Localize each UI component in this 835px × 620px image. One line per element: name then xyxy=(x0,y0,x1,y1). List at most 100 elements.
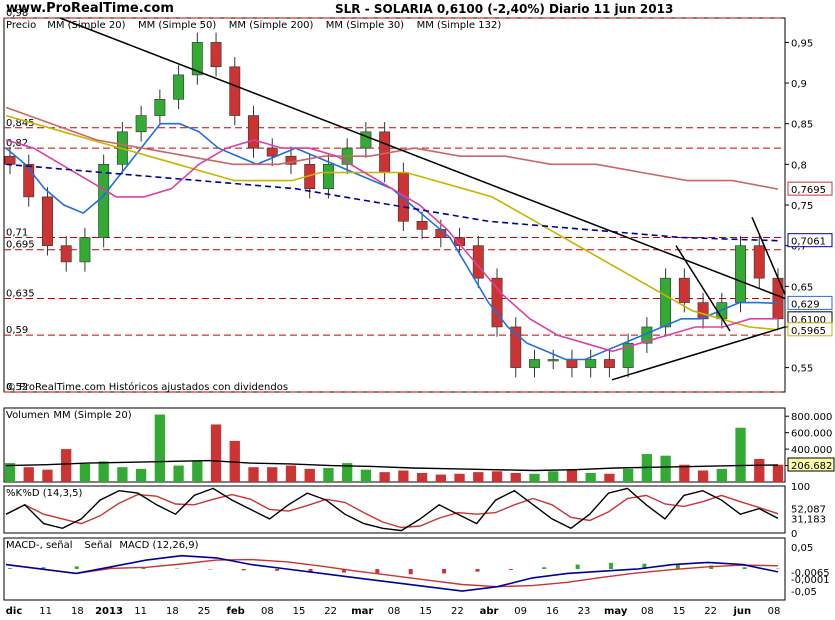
x-axis-label-19: may xyxy=(604,606,628,617)
x-axis-label-12: 08 xyxy=(388,606,401,617)
candle-body xyxy=(678,277,690,303)
volume-bar xyxy=(248,467,259,482)
volume-bar xyxy=(267,467,278,482)
volume-bar xyxy=(697,470,709,482)
macd-legend-1: Señal xyxy=(84,540,112,551)
candle-body xyxy=(603,359,615,368)
candle-body xyxy=(547,359,559,362)
x-axis-label-7: feb xyxy=(227,606,245,617)
stoch-tick-label-1: 0 xyxy=(791,529,797,540)
volume-bar xyxy=(772,464,784,482)
volume-bar xyxy=(154,414,166,482)
price-badge-text-1: 0,7061 xyxy=(791,237,826,248)
price-footer: © ProRealTime.com Históricos ajustados c… xyxy=(6,381,288,393)
volume-bar xyxy=(454,473,465,482)
price-tick-label-6: 0,65 xyxy=(791,282,813,293)
volume-bar xyxy=(622,468,634,482)
vol-tick-label-2: 400.000 xyxy=(791,445,832,456)
x-axis-label-22: 22 xyxy=(704,606,717,617)
candle-body xyxy=(135,115,147,133)
x-axis-label-10: 22 xyxy=(324,606,337,617)
x-axis-label-24: 08 xyxy=(768,606,781,617)
volume-bar xyxy=(173,465,184,482)
price-legend-4: MM (Simple 30) xyxy=(326,20,404,31)
price-tick-label-1: 0,9 xyxy=(791,79,807,90)
volume-bar xyxy=(660,455,671,482)
vol-legend-1: MM (Simple 20) xyxy=(53,410,131,421)
volume-bar xyxy=(416,472,428,482)
volume-bar xyxy=(79,463,91,482)
candle-body xyxy=(210,42,222,68)
hline-label-3: 0,71 xyxy=(6,228,28,239)
volume-bar xyxy=(379,472,390,482)
volume-bar xyxy=(323,468,334,482)
candle-body xyxy=(266,147,278,157)
volume-bar xyxy=(98,461,109,482)
volume-bar xyxy=(117,467,128,482)
macd-hist-bar xyxy=(675,564,680,569)
vol-legend-0: Volumen xyxy=(6,410,50,421)
x-axis-label-11: mar xyxy=(351,606,373,617)
x-axis-label-14: 22 xyxy=(451,606,464,617)
volume-bar xyxy=(716,468,727,482)
price-legend-3: MM (Simple 200) xyxy=(229,20,314,31)
price-badge-text-4: 0,5965 xyxy=(791,326,826,337)
vol-badge-text: 206.682 xyxy=(791,461,832,472)
volume-bar xyxy=(360,469,372,482)
x-axis-label-15: abr xyxy=(480,606,499,617)
candle-body xyxy=(491,277,503,328)
candle-body xyxy=(735,245,746,303)
stoch-legend-1: %D (14,3,5) xyxy=(22,488,82,499)
price-tick-label-2: 0,85 xyxy=(791,120,813,131)
x-axis-label-2: 18 xyxy=(71,606,84,617)
price-legend-2: MM (Simple 50) xyxy=(138,20,216,31)
stoch-badge-1: 31,183 xyxy=(791,514,826,525)
x-axis-label-4: 11 xyxy=(134,606,147,617)
x-axis-label-6: 25 xyxy=(198,606,211,617)
macd-hist-bar xyxy=(275,569,280,571)
volume-bar xyxy=(398,470,409,482)
volume-bar xyxy=(548,471,559,482)
x-axis-label-13: 15 xyxy=(419,606,432,617)
macd-hist-bar xyxy=(375,569,380,574)
candle-body xyxy=(529,359,540,368)
price-tick-label-0: 0,95 xyxy=(791,38,813,49)
candle-body xyxy=(4,155,16,165)
candle-body xyxy=(79,237,91,263)
macd-tick-label-0: 0,05 xyxy=(791,543,813,554)
volume-bar xyxy=(135,468,147,482)
vol-tick-label-1: 600.000 xyxy=(791,429,832,440)
volume-bar xyxy=(42,469,53,482)
macd-hist-bar xyxy=(508,569,513,570)
macd-legend-2: MACD (12,26,9) xyxy=(119,540,198,551)
candle-body xyxy=(248,115,259,149)
hline-label-6: 0,59 xyxy=(6,325,28,336)
macd-hist-bar xyxy=(74,566,79,569)
volume-bar xyxy=(510,472,521,482)
volume-bar xyxy=(529,473,540,482)
x-axis-label-20: 08 xyxy=(641,606,654,617)
price-badge-text-0: 0,7695 xyxy=(791,185,826,196)
volume-bar xyxy=(473,472,484,482)
volume-bar xyxy=(61,449,72,482)
candle-body xyxy=(42,196,53,246)
macd-hist-bar xyxy=(442,569,447,574)
candle-body xyxy=(772,277,784,320)
x-axis-label-16: 09 xyxy=(514,606,527,617)
volume-bar xyxy=(304,468,315,482)
x-axis-label-21: 15 xyxy=(673,606,686,617)
x-axis-label-3: 2013 xyxy=(95,606,123,617)
hline-label-0: 0,98 xyxy=(6,8,28,19)
candle-body xyxy=(322,164,334,190)
volume-bar xyxy=(192,460,203,482)
hline-label-4: 0,695 xyxy=(6,240,35,251)
price-tick-label-3: 0,8 xyxy=(791,160,807,171)
x-axis-label-17: 16 xyxy=(546,606,559,617)
candle-body xyxy=(660,277,672,328)
candle-body xyxy=(566,359,578,368)
volume-bar xyxy=(210,424,222,482)
candle-body xyxy=(154,99,166,116)
volume-bar xyxy=(285,465,297,482)
price-legend-5: MM (Simple 132) xyxy=(417,20,502,31)
volume-bar xyxy=(754,458,765,482)
